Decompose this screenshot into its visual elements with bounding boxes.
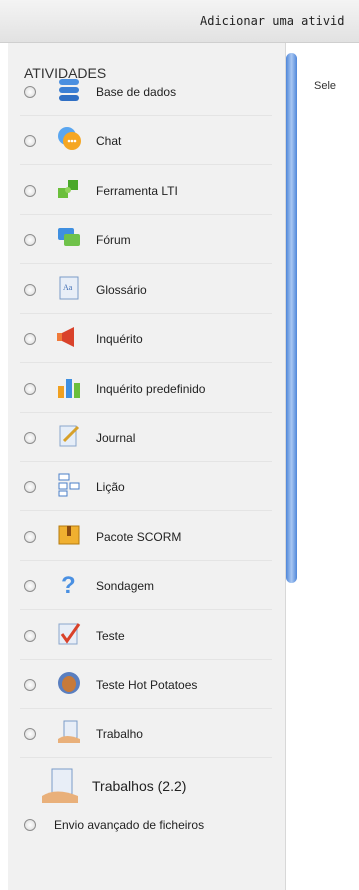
forum-icon [56,225,82,251]
scrollbar[interactable] [286,53,297,583]
activity-item-glossario[interactable]: Aa Glossário [20,269,272,314]
activity-label: Glossário [96,283,147,297]
activity-list-panel: ATIVIDADES Base de dados Chat Ferramenta… [8,43,286,890]
dialog-title: Adicionar uma ativid [200,14,345,28]
radio-button[interactable] [24,234,36,246]
activity-item-inquerito[interactable]: Inquérito [20,318,272,363]
database-icon [56,77,82,103]
activity-item-base-de-dados[interactable]: Base de dados [20,71,272,116]
activity-item-sondagem[interactable]: ? Sondagem [20,565,272,610]
activity-label: Lição [96,480,125,494]
radio-button[interactable] [24,383,36,395]
activity-item-chat[interactable]: Chat [20,120,272,165]
main-info-text: Sele [314,80,337,92]
activity-label: Ferramenta LTI [96,184,178,198]
activity-label: Envio avançado de ficheiros [54,818,205,832]
radio-button[interactable] [24,531,36,543]
activity-item-pacote-scorm[interactable]: Pacote SCORM [20,516,272,561]
lesson-icon [56,472,82,498]
activity-label: Journal [96,431,136,445]
activity-label: Base de dados [96,85,177,99]
radio-button[interactable] [24,580,36,592]
activity-label: Inquérito predefinido [96,382,206,396]
activity-label: Teste Hot Potatoes [96,678,198,692]
potato-icon [56,670,82,696]
radio-button[interactable] [24,333,36,345]
assignment-icon [56,719,82,745]
activity-item-journal[interactable]: Journal [20,417,272,462]
radio-button[interactable] [24,679,36,691]
chat-icon [56,126,82,152]
activity-item-teste-hot-potatoes[interactable]: Teste Hot Potatoes [20,664,272,709]
activity-item-trabalho[interactable]: Trabalho [20,713,272,758]
activity-label: Sondagem [96,579,155,593]
radio-button[interactable] [24,630,36,642]
megaphone-icon [56,324,82,350]
package-icon [56,522,82,548]
activity-item-teste[interactable]: Teste [20,615,272,660]
activity-label: Teste [96,629,125,643]
journal-icon [56,423,82,449]
radio-button[interactable] [24,86,36,98]
activity-label: Fórum [96,233,131,247]
radio-button[interactable] [24,728,36,740]
activity-item-ferramenta-lti[interactable]: Ferramenta LTI [20,170,272,215]
activity-label: Chat [96,134,122,148]
dialog-header: Adicionar uma ativid [0,0,359,43]
assignment-icon [40,766,80,811]
radio-button[interactable] [24,819,36,831]
activity-item-envio-avancado[interactable]: Envio avançado de ficheiros [20,813,270,837]
glossary-icon: Aa [56,275,82,301]
radio-button[interactable] [24,432,36,444]
activity-label: Inquérito [96,332,143,346]
activity-label: Pacote SCORM [96,530,182,544]
svg-text:Aa: Aa [63,283,73,292]
puzzle-icon [56,176,82,202]
radio-button[interactable] [24,481,36,493]
activity-item-inquerito-predefinido[interactable]: Inquérito predefinido [20,368,272,413]
group-label: Trabalhos (2.2) [92,778,187,794]
radio-button[interactable] [24,185,36,197]
checkmark-icon [56,621,82,647]
activity-item-licao[interactable]: Lição [20,466,272,511]
activity-item-forum[interactable]: Fórum [20,219,272,264]
svg-text:?: ? [61,572,76,597]
radio-button[interactable] [24,284,36,296]
radio-button[interactable] [24,135,36,147]
question-icon: ? [56,571,82,599]
bar-chart-icon [56,374,82,400]
activity-label: Trabalho [96,727,143,741]
